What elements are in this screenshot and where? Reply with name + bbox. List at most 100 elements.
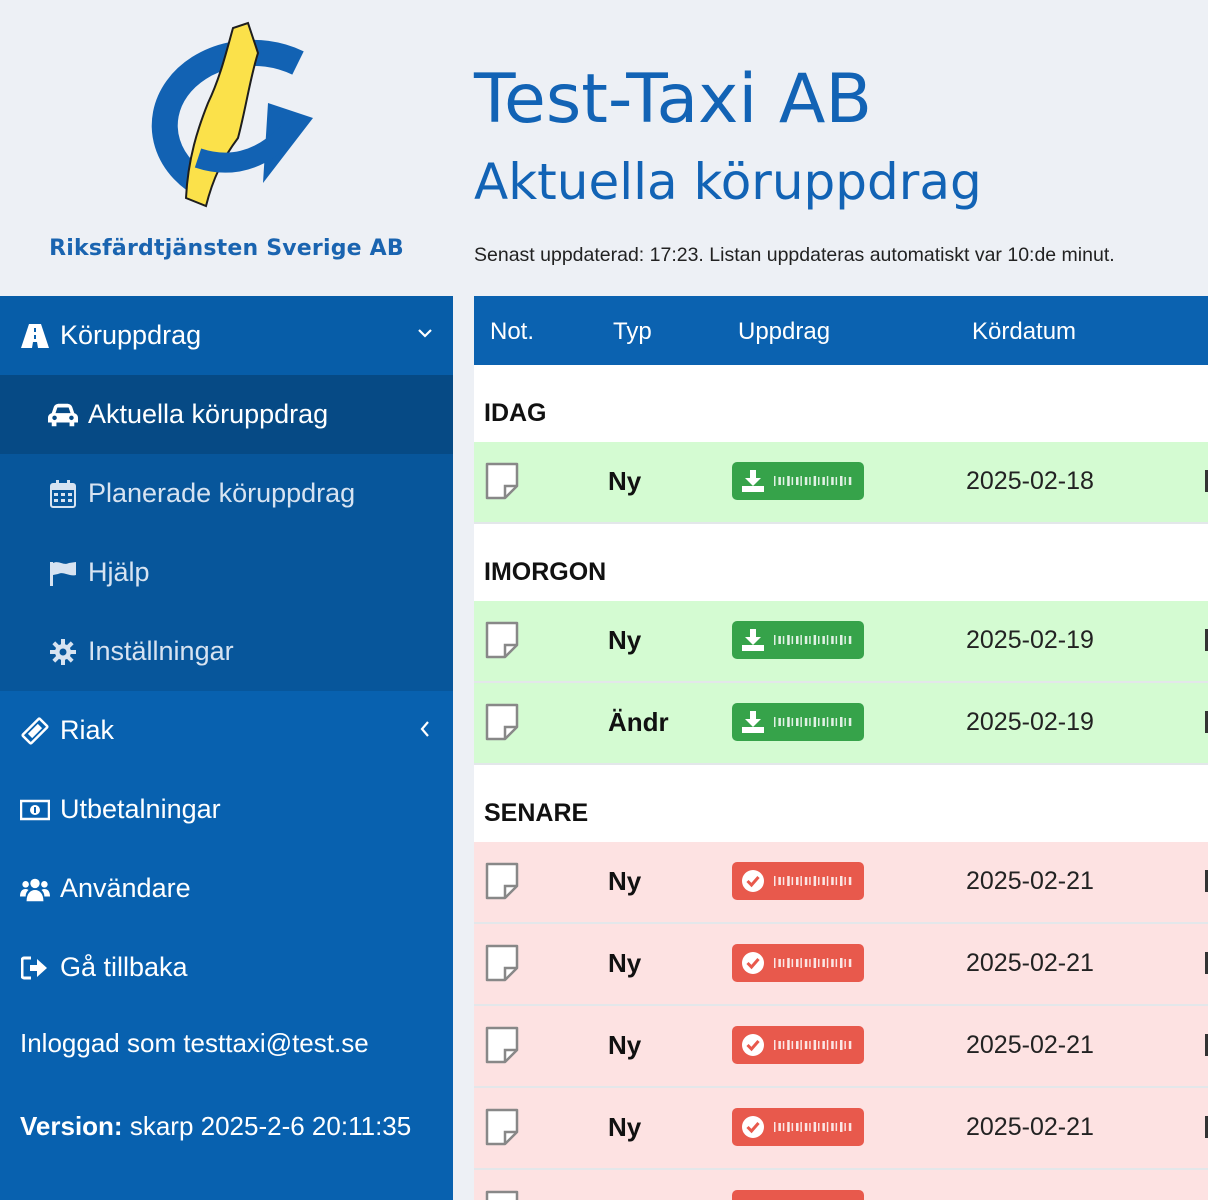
download-assignment-button[interactable]: [732, 703, 864, 741]
logged-in-text: Inloggad som testtaxi@test.se: [20, 1028, 369, 1058]
table-row[interactable]: [474, 1170, 1208, 1200]
flag-icon: [48, 558, 78, 588]
money-icon: [20, 795, 50, 825]
row-type: Ny: [608, 466, 642, 496]
note-icon[interactable]: [484, 944, 520, 987]
car-icon: [48, 400, 78, 430]
download-assignment-button[interactable]: [732, 621, 864, 659]
completed-assignment-button[interactable]: [732, 1108, 864, 1146]
section-header: IMORGON: [474, 524, 1208, 601]
section-title: IDAG: [484, 399, 547, 427]
check-circle-icon: [740, 1114, 766, 1140]
page-title: Aktuella köruppdrag: [474, 153, 982, 211]
row-type: Ny: [608, 1030, 642, 1060]
row-date: 2025-02-21: [966, 1031, 1094, 1059]
table-row[interactable]: Ny 2025-02-19: [474, 601, 1208, 683]
version-label: Version:: [20, 1111, 123, 1141]
update-status-text: Senast uppdaterad: 17:23. Listan uppdate…: [474, 244, 1115, 266]
column-header-not[interactable]: Not.: [490, 318, 534, 346]
sidebar-item-ga-tillbaka[interactable]: Gå tillbaka: [0, 928, 453, 1007]
sidebar-group-label: Köruppdrag: [60, 320, 202, 350]
check-circle-icon: [740, 868, 766, 894]
note-icon[interactable]: [484, 1026, 520, 1069]
sidebar-item-anvandare[interactable]: Användare: [0, 849, 453, 928]
row-date: 2025-02-19: [966, 708, 1094, 736]
version-value: skarp 2025-2-6 20:11:35: [129, 1111, 412, 1141]
download-icon: [740, 468, 766, 494]
download-assignment-button[interactable]: [732, 462, 864, 500]
column-header-kordatum[interactable]: Kördatum: [972, 318, 1076, 346]
sidebar-item-hjalp[interactable]: Hjälp: [0, 533, 453, 612]
check-circle-icon: [740, 1032, 766, 1058]
check-circle-icon: [740, 950, 766, 976]
row-date: 2025-02-21: [966, 867, 1094, 895]
sidebar-group-koruppdrag[interactable]: Köruppdrag: [0, 296, 453, 375]
obscured-label: [774, 635, 852, 645]
row-date: 2025-02-21: [966, 1113, 1094, 1141]
chevron-down-icon: [418, 329, 432, 338]
sidebar-item-label: Riak: [60, 715, 115, 745]
row-date: 2025-02-19: [966, 626, 1094, 654]
sidebar-item-riak[interactable]: Riak: [0, 691, 453, 770]
row-type: Ny: [608, 866, 642, 896]
obscured-label: [774, 1040, 852, 1050]
completed-assignment-button[interactable]: [732, 944, 864, 982]
obscured-label: [774, 476, 852, 486]
table-row[interactable]: Ny 2025-02-21: [474, 842, 1208, 924]
version-info: Version: skarp 2025-2-6 20:11:35: [20, 1106, 420, 1146]
row-date: 2025-02-21: [966, 949, 1094, 977]
completed-assignment-button[interactable]: [732, 1190, 864, 1200]
table-row[interactable]: Ny 2025-02-21: [474, 924, 1208, 1006]
table-header: Not. Typ Uppdrag Kördatum: [474, 296, 1208, 365]
table-row[interactable]: Ny 2025-02-21: [474, 1088, 1208, 1170]
row-type: Ny: [608, 625, 642, 655]
column-header-typ[interactable]: Typ: [613, 318, 652, 346]
note-icon[interactable]: [484, 862, 520, 905]
sidebar-item-label: Användare: [60, 873, 191, 903]
completed-assignment-button[interactable]: [732, 1026, 864, 1064]
obscured-label: [774, 1122, 852, 1132]
app-title: Test-Taxi AB: [474, 60, 873, 139]
sidebar-item-label: Planerade köruppdrag: [88, 478, 356, 508]
download-icon: [740, 627, 766, 653]
column-header-uppdrag[interactable]: Uppdrag: [738, 318, 830, 346]
table-body: IDAG Ny 2025-02-18 IMORGON Ny 2025-02-19 Ändr 2…: [474, 365, 1208, 1200]
download-icon: [740, 709, 766, 735]
obscured-label: [774, 717, 852, 727]
sidebar-item-label: Aktuella köruppdrag: [88, 399, 329, 429]
section-title: IMORGON: [484, 558, 607, 586]
note-icon[interactable]: [484, 462, 520, 505]
obscured-label: [774, 958, 852, 968]
sidebar-item-aktuella-koruppdrag[interactable]: Aktuella köruppdrag: [0, 375, 453, 454]
section-header: IDAG: [474, 365, 1208, 442]
note-icon[interactable]: [484, 1108, 520, 1151]
sidebar-item-installningar[interactable]: Inställningar: [0, 612, 453, 691]
chevron-left-icon: [420, 721, 429, 737]
completed-assignment-button[interactable]: [732, 862, 864, 900]
row-date: 2025-02-18: [966, 467, 1094, 495]
sidebar-item-label: Inställningar: [88, 636, 234, 666]
row-type: Ny: [608, 1112, 642, 1142]
sidebar-item-label: Utbetalningar: [60, 794, 221, 824]
road-icon: [20, 321, 50, 351]
note-icon[interactable]: [484, 1190, 520, 1200]
sidebar-item-label: Gå tillbaka: [60, 952, 188, 982]
sidebar-submenu: Aktuella köruppdrag Planerade köruppdrag…: [0, 375, 453, 691]
users-icon: [20, 874, 50, 904]
row-type: Ändr: [608, 707, 669, 737]
sign-out-icon: [20, 953, 50, 983]
table-row[interactable]: Ny 2025-02-18: [474, 442, 1208, 524]
note-icon[interactable]: [484, 621, 520, 664]
calendar-icon: [48, 479, 78, 509]
table-row[interactable]: Ändr 2025-02-19: [474, 683, 1208, 765]
row-type: Ny: [608, 948, 642, 978]
sidebar-item-utbetalningar[interactable]: Utbetalningar: [0, 770, 453, 849]
sidebar-item-planerade-koruppdrag[interactable]: Planerade köruppdrag: [0, 454, 453, 533]
sidebar: Köruppdrag Aktuella köruppdrag Planerade…: [0, 296, 453, 1200]
table-row[interactable]: Ny 2025-02-21: [474, 1006, 1208, 1088]
gear-icon: [48, 637, 78, 667]
ticket-icon: [20, 716, 50, 746]
company-name: Riksfärdtjänsten Sverige AB: [49, 236, 404, 261]
note-icon[interactable]: [484, 703, 520, 746]
obscured-label: [774, 876, 852, 886]
